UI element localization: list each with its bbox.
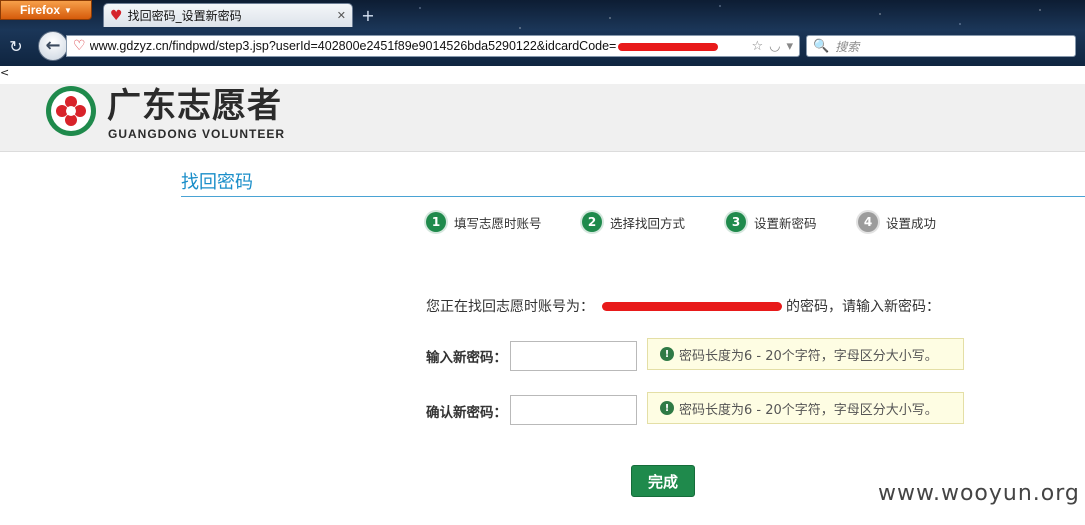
step-number-badge: 3 (726, 212, 746, 232)
heart-favicon-icon: ♥ (110, 7, 123, 24)
step-number-badge: 4 (858, 212, 878, 232)
back-link[interactable]: < (0, 66, 9, 79)
step-2: 2 选择找回方式 (582, 212, 685, 232)
back-arrow-icon[interactable]: ← (38, 31, 68, 61)
exclamation-icon: ! (660, 401, 674, 415)
step-label: 选择找回方式 (610, 215, 686, 231)
new-password-label: 输入新密码： (426, 350, 507, 366)
step-number-badge: 2 (582, 212, 602, 232)
pocket-icon[interactable]: ◡ (769, 39, 780, 54)
step-4: 4 设置成功 (858, 212, 936, 232)
site-identity-icon: ♡ (73, 38, 86, 54)
volunteer-logo-icon[interactable] (44, 84, 98, 138)
browser-tab[interactable]: ♥ 找回密码_设置新密码 ✕ (103, 3, 353, 27)
confirm-password-input[interactable] (510, 395, 637, 425)
page-title: 找回密码 (181, 172, 253, 193)
reload-icon[interactable]: ↻ (6, 37, 26, 57)
hint-text: 密码长度为6 - 20个字符，字母区分大小写。 (679, 402, 938, 418)
account-notice-prefix: 您正在找回志愿时账号为： (426, 299, 594, 315)
site-header: 广东志愿者 GUANGDONG VOLUNTEER (0, 84, 1085, 152)
firefox-menu-label: Firefox (20, 3, 61, 17)
confirm-password-label: 确认新密码： (426, 405, 507, 421)
account-redaction (602, 301, 782, 311)
step-1: 1 填写志愿时账号 (426, 212, 542, 232)
exclamation-icon: ! (660, 347, 674, 361)
step-3: 3 设置新密码 (726, 212, 817, 232)
new-password-hint: ! 密码长度为6 - 20个字符，字母区分大小写。 (647, 338, 964, 370)
title-divider (181, 196, 1085, 197)
search-icon: 🔍 (813, 38, 830, 54)
watermark: www.wooyun.org (878, 481, 1080, 506)
tab-title: 找回密码_设置新密码 (127, 9, 242, 23)
address-bar[interactable]: ♡ www.gdzyz.cn/findpwd/step3.jsp?userId=… (66, 35, 800, 57)
step-label: 设置成功 (886, 215, 937, 231)
step-number-badge: 1 (426, 212, 446, 232)
navigation-bar: ↻ ← ♡ www.gdzyz.cn/findpwd/step3.jsp?use… (0, 28, 1085, 66)
step-label: 设置新密码 (754, 215, 817, 231)
account-notice-suffix: 的密码，请输入新密码： (786, 299, 940, 315)
firefox-menu-button[interactable]: Firefox ▼ (0, 0, 92, 20)
bookmark-star-icon[interactable]: ☆ (751, 39, 763, 54)
account-notice: 您正在找回志愿时账号为： 的密码，请输入新密码： (426, 296, 940, 316)
new-tab-icon[interactable]: + (358, 8, 378, 26)
url-redaction (618, 42, 719, 51)
search-placeholder: 搜索 (835, 39, 860, 54)
dropdown-arrow-icon[interactable]: ▾ (786, 39, 793, 54)
brand-name-cn: 广东志愿者 (107, 86, 282, 126)
step-label: 填写志愿时账号 (454, 215, 542, 231)
caret-down-icon: ▼ (64, 5, 72, 15)
brand-name-en: GUANGDONG VOLUNTEER (108, 127, 286, 141)
close-icon[interactable]: ✕ (337, 9, 346, 22)
submit-button[interactable]: 完成 (631, 465, 695, 497)
new-password-input[interactable] (510, 341, 637, 371)
hint-text: 密码长度为6 - 20个字符，字母区分大小写。 (679, 348, 938, 364)
url-actions: ☆ ◡ ▾ (751, 39, 799, 54)
confirm-password-hint: ! 密码长度为6 - 20个字符，字母区分大小写。 (647, 392, 964, 424)
url-value: www.gdzyz.cn/findpwd/step3.jsp?userId=40… (89, 39, 617, 53)
search-bar[interactable]: 🔍 搜索 (806, 35, 1076, 57)
browser-chrome: Firefox ▼ ♥ 找回密码_设置新密码 ✕ + ↻ ← ♡ www.gdz… (0, 0, 1085, 66)
url-text: www.gdzyz.cn/findpwd/step3.jsp?userId=40… (90, 39, 719, 53)
